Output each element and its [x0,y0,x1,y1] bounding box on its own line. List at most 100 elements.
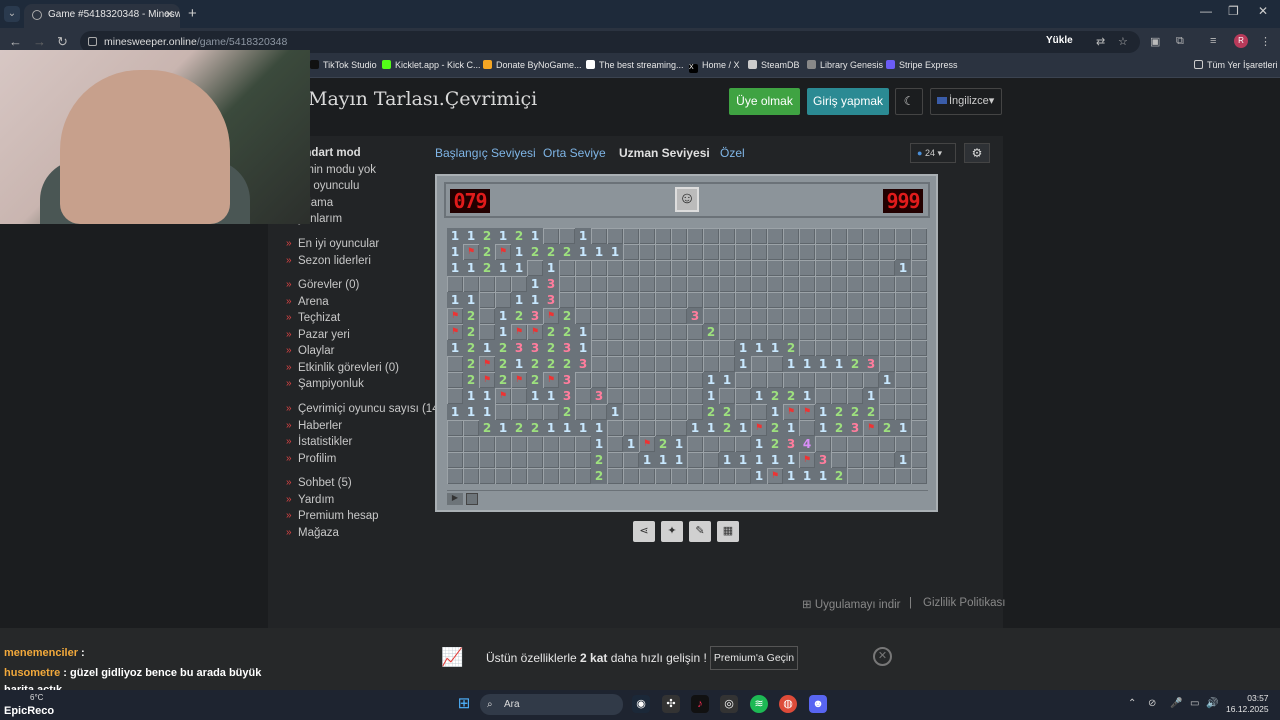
signup-button[interactable]: Üye olmak [729,88,800,115]
hidden-cell[interactable] [671,292,687,308]
hidden-cell[interactable] [575,372,591,388]
hidden-cell[interactable] [895,324,911,340]
hidden-cell[interactable] [671,468,687,484]
hidden-cell[interactable] [767,244,783,260]
hidden-cell[interactable] [751,260,767,276]
hidden-cell[interactable] [479,324,495,340]
flag-cell[interactable]: ⚑ [639,436,655,452]
hidden-cell[interactable] [783,276,799,292]
hidden-cell[interactable] [767,324,783,340]
hidden-cell[interactable] [671,308,687,324]
hidden-cell[interactable] [895,404,911,420]
number-cell[interactable]: 1 [511,244,527,260]
hidden-cell[interactable] [575,308,591,324]
number-cell[interactable]: 2 [463,308,479,324]
hidden-cell[interactable] [895,244,911,260]
hidden-cell[interactable] [479,436,495,452]
hidden-cell[interactable] [703,244,719,260]
number-cell[interactable]: 3 [559,340,575,356]
hidden-cell[interactable] [655,324,671,340]
hidden-cell[interactable] [815,340,831,356]
play-icon[interactable]: ▶ [447,493,463,505]
number-cell[interactable]: 3 [591,388,607,404]
hidden-cell[interactable] [847,324,863,340]
hidden-cell[interactable] [447,356,463,372]
flag-cell[interactable]: ⚑ [447,308,463,324]
number-cell[interactable]: 2 [559,244,575,260]
hidden-cell[interactable] [591,292,607,308]
menu-item[interactable]: » Mağaza [286,525,379,542]
number-cell[interactable]: 1 [703,372,719,388]
hidden-cell[interactable] [623,452,639,468]
number-cell[interactable]: 2 [559,324,575,340]
hidden-cell[interactable] [639,372,655,388]
hidden-cell[interactable] [623,244,639,260]
hidden-cell[interactable] [831,276,847,292]
hidden-cell[interactable] [607,276,623,292]
number-cell[interactable]: 1 [703,420,719,436]
hidden-cell[interactable] [911,356,927,372]
number-cell[interactable]: 1 [719,372,735,388]
hidden-cell[interactable] [479,452,495,468]
number-cell[interactable]: 2 [463,372,479,388]
hidden-cell[interactable] [911,244,927,260]
hidden-cell[interactable] [703,276,719,292]
hidden-cell[interactable] [719,308,735,324]
number-cell[interactable]: 1 [575,228,591,244]
number-cell[interactable]: 1 [815,356,831,372]
hidden-cell[interactable] [559,228,575,244]
hidden-cell[interactable] [863,452,879,468]
hidden-cell[interactable] [911,276,927,292]
hidden-cell[interactable] [719,468,735,484]
hidden-cell[interactable] [623,420,639,436]
number-cell[interactable]: 1 [863,388,879,404]
hidden-cell[interactable] [687,260,703,276]
menu-item[interactable]: » Profilim [286,451,445,468]
hidden-cell[interactable] [895,436,911,452]
flag-cell[interactable]: ⚑ [543,308,559,324]
number-cell[interactable]: 2 [767,436,783,452]
hidden-cell[interactable] [511,388,527,404]
close-window-icon[interactable]: ✕ [1258,4,1268,18]
number-cell[interactable]: 2 [831,420,847,436]
number-cell[interactable]: 2 [463,356,479,372]
hidden-cell[interactable] [623,308,639,324]
menu-item[interactable]: » Sezon liderleri [286,253,379,270]
hidden-cell[interactable] [879,404,895,420]
hidden-cell[interactable] [655,404,671,420]
hidden-cell[interactable] [575,468,591,484]
hidden-cell[interactable] [799,324,815,340]
hidden-cell[interactable] [511,276,527,292]
number-cell[interactable]: 1 [735,340,751,356]
hidden-cell[interactable] [623,228,639,244]
number-cell[interactable]: 1 [575,244,591,260]
flag-cell[interactable]: ⚑ [479,356,495,372]
number-cell[interactable]: 2 [703,404,719,420]
hidden-cell[interactable] [799,340,815,356]
number-cell[interactable]: 1 [767,340,783,356]
hidden-cell[interactable] [767,372,783,388]
minimize-icon[interactable]: — [1200,4,1212,18]
flag-cell[interactable]: ⚑ [495,244,511,260]
hidden-cell[interactable] [463,452,479,468]
extension-icon[interactable]: ▣ [1150,35,1160,48]
hidden-cell[interactable] [479,292,495,308]
number-cell[interactable]: 1 [735,420,751,436]
number-cell[interactable]: 1 [543,388,559,404]
number-cell[interactable]: 1 [447,260,463,276]
hidden-cell[interactable] [911,260,927,276]
hidden-cell[interactable] [687,292,703,308]
number-cell[interactable]: 3 [863,356,879,372]
site-info-icon[interactable] [88,37,97,46]
hidden-cell[interactable] [639,292,655,308]
flag-cell[interactable]: ⚑ [751,420,767,436]
hidden-cell[interactable] [783,324,799,340]
back-icon[interactable]: ← [9,34,22,49]
privacy-link[interactable]: Gizlilik Politikası [923,597,1005,609]
discord-icon[interactable]: ☻ [809,695,827,713]
number-cell[interactable]: 1 [783,452,799,468]
hidden-cell[interactable] [623,340,639,356]
hidden-cell[interactable] [671,324,687,340]
number-cell[interactable]: 1 [447,292,463,308]
hidden-cell[interactable] [687,340,703,356]
